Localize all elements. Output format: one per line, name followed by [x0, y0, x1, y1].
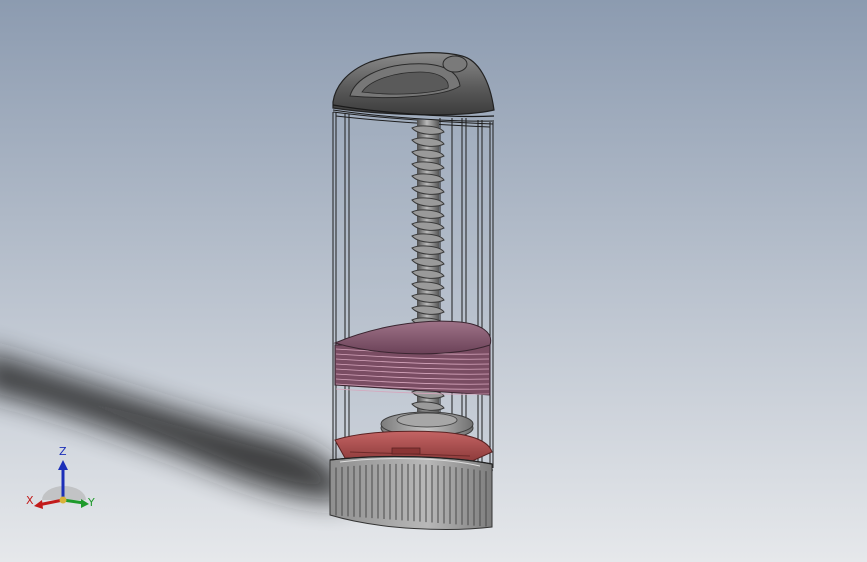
y-axis-label: Y — [87, 496, 95, 509]
model-scene[interactable]: Z X Y — [0, 0, 867, 562]
triad-origin — [59, 496, 67, 504]
x-axis-label: X — [26, 494, 34, 507]
z-axis-label: Z — [59, 445, 67, 458]
3d-viewport[interactable]: Z X Y — [0, 0, 867, 562]
grip-base[interactable] — [329, 455, 493, 530]
